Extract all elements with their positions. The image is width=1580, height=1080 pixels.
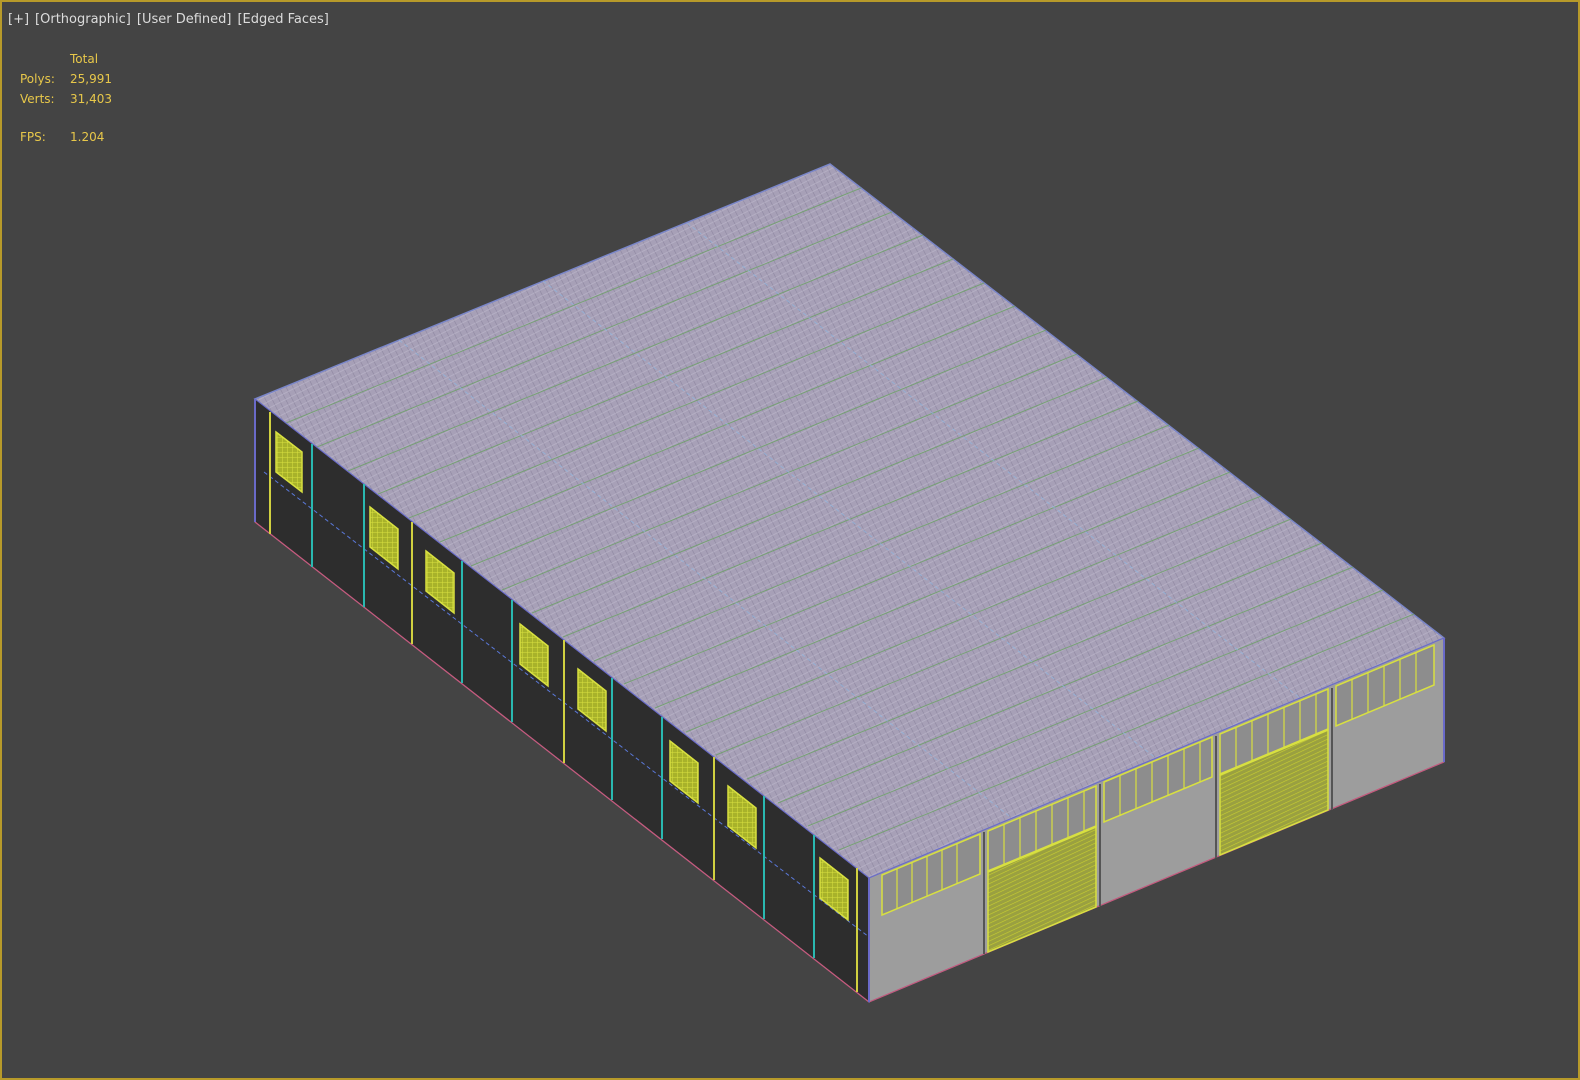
viewport-perspective[interactable]: [+] [Orthographic] [User Defined] [Edged… (0, 0, 1580, 1080)
warehouse-model[interactable] (2, 2, 1578, 1078)
